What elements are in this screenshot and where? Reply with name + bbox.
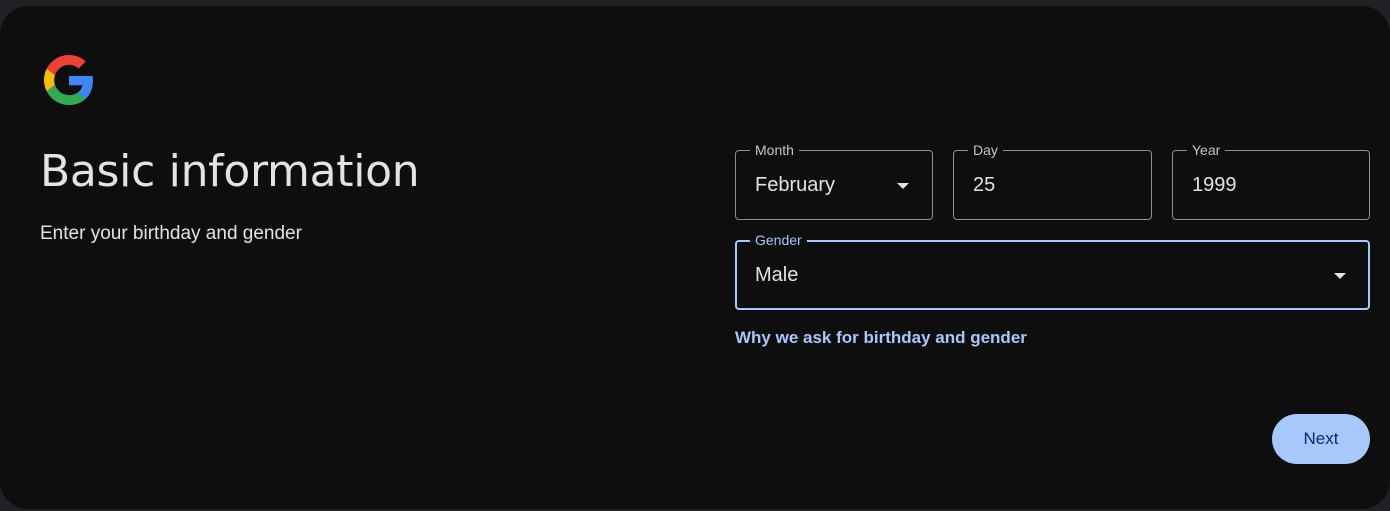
year-label: Year bbox=[1187, 140, 1226, 160]
day-label: Day bbox=[968, 140, 1003, 160]
dropdown-caret-icon bbox=[1334, 273, 1346, 279]
month-select[interactable]: Month February bbox=[735, 140, 933, 220]
signup-card: Basic information Enter your birthday an… bbox=[0, 6, 1390, 509]
month-label: Month bbox=[750, 140, 799, 160]
page-title: Basic information bbox=[40, 146, 420, 197]
day-value: 25 bbox=[973, 174, 996, 196]
dropdown-caret-icon bbox=[897, 183, 909, 189]
month-value: February bbox=[755, 174, 836, 196]
gender-label: Gender bbox=[750, 230, 807, 250]
why-we-ask-link[interactable]: Why we ask for birthday and gender bbox=[735, 328, 1027, 348]
year-input[interactable]: Year 1999 bbox=[1172, 140, 1370, 220]
day-input[interactable]: Day 25 bbox=[953, 140, 1152, 220]
gender-value: Male bbox=[755, 264, 799, 286]
google-logo-icon bbox=[44, 55, 93, 105]
gender-select[interactable]: Gender Male bbox=[735, 230, 1370, 310]
page-subtitle: Enter your birthday and gender bbox=[40, 223, 302, 244]
year-value: 1999 bbox=[1192, 174, 1237, 196]
next-button[interactable]: Next bbox=[1272, 414, 1370, 464]
